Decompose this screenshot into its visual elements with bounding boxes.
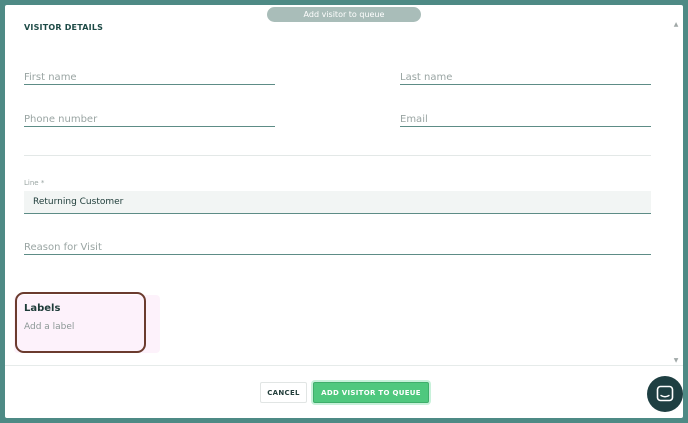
phone-input[interactable] <box>24 110 275 129</box>
scroll-up-icon[interactable]: ▲ <box>672 22 680 28</box>
phone-field <box>24 107 275 129</box>
reason-field <box>24 235 651 257</box>
labels-title: Labels <box>24 303 61 314</box>
chat-icon <box>656 385 674 402</box>
scrollbar[interactable]: ▲ ▼ <box>672 22 680 364</box>
line-label: Line * <box>24 179 45 187</box>
email-input[interactable] <box>400 110 651 129</box>
reason-input[interactable] <box>24 238 651 257</box>
scroll-down-icon[interactable]: ▼ <box>672 358 680 364</box>
section-divider <box>24 155 651 156</box>
modal-banner: Add visitor to queue <box>267 7 421 22</box>
line-select[interactable]: Returning Customer <box>24 191 651 214</box>
section-title: VISITOR DETAILS <box>24 23 104 32</box>
cancel-button[interactable]: CANCEL <box>260 382 307 403</box>
email-field <box>400 107 651 129</box>
add-visitor-button[interactable]: ADD VISITOR TO QUEUE <box>313 382 429 403</box>
first-name-field <box>24 65 275 87</box>
last-name-field <box>400 65 651 87</box>
footer-divider <box>5 365 683 366</box>
last-name-input[interactable] <box>400 68 651 87</box>
first-name-input[interactable] <box>24 68 275 87</box>
add-label-link[interactable]: Add a label <box>24 322 74 332</box>
chat-launcher-button[interactable] <box>647 376 683 412</box>
